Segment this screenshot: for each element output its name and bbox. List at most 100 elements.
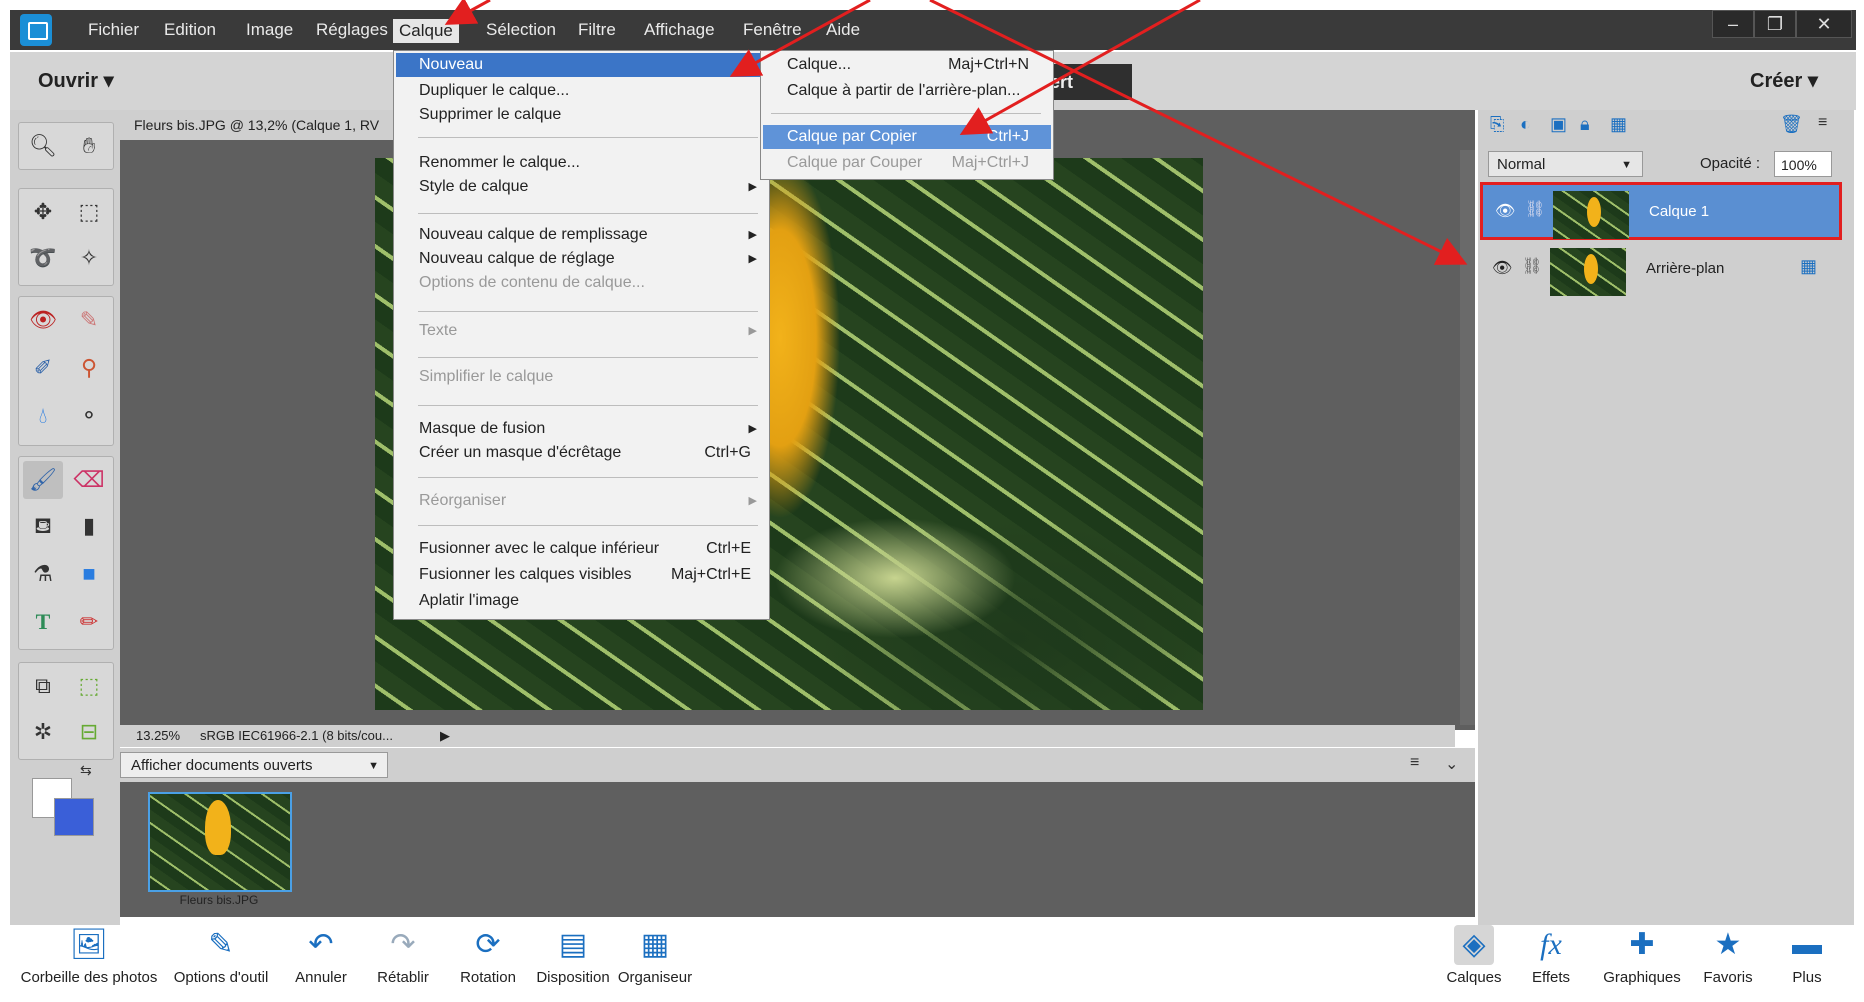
layers-button[interactable]: ◈ Calques — [1434, 925, 1514, 986]
layer-row-arriere-plan[interactable]: 👁︎ ⛓︎ Arrière-plan ▦ — [1480, 242, 1842, 300]
layer-row-calque-1[interactable]: 👁︎ ⛓︎ Calque 1 — [1480, 182, 1842, 240]
organizer-button[interactable]: ▦ Organiseur — [612, 925, 698, 986]
menu-item-masque-ecretage[interactable]: Créer un masque d'écrêtage Ctrl+G — [396, 441, 767, 465]
photo-bin-button[interactable]: 🖼︎ Corbeille des photos — [14, 925, 164, 986]
new-layer-icon[interactable]: ⎘ — [1490, 114, 1504, 135]
effects-button[interactable]: fx Effets — [1516, 925, 1586, 986]
hand-tool-icon[interactable]: ✋︎ — [69, 127, 109, 165]
menu-item-aplatir[interactable]: Aplatir l'image — [396, 589, 767, 613]
smart-brush-icon[interactable]: ✐ — [23, 349, 63, 387]
document-vertical-scrollbar[interactable] — [1460, 150, 1475, 725]
content-move-icon[interactable]: ✲ — [23, 713, 63, 751]
eyedropper-icon[interactable]: ⚗ — [23, 555, 63, 593]
layer-link-icon[interactable]: ⛓︎ — [1525, 199, 1545, 219]
lock-transparency-icon[interactable]: ▦ — [1610, 114, 1627, 135]
submenu-item-calque-par-copier[interactable]: Calque par Copier Ctrl+J — [763, 125, 1051, 149]
menu-edition[interactable]: Edition — [158, 10, 222, 50]
magic-wand-icon[interactable]: ✧ — [69, 239, 109, 277]
adjustment-layer-icon[interactable]: ◐ — [1520, 114, 1531, 135]
menu-item-simplifier: Simplifier le calque — [419, 368, 554, 385]
layer-link-icon[interactable]: ⛓︎ — [1522, 256, 1542, 276]
move-tool-icon[interactable]: ✥ — [23, 193, 63, 231]
clone-stamp-icon[interactable]: ⚲ — [69, 349, 109, 387]
brush-tool-icon[interactable]: 🖌︎ — [23, 461, 63, 499]
recompose-tool-icon[interactable]: ⬚ — [69, 667, 109, 705]
healing-brush-icon[interactable]: ✎ — [69, 301, 109, 339]
menu-affichage[interactable]: Affichage — [638, 10, 721, 50]
background-color-swatch[interactable] — [54, 798, 94, 836]
restore-button[interactable]: ❐ — [1754, 10, 1796, 38]
shape-tool-icon[interactable]: ■ — [69, 555, 109, 593]
menu-item-dupliquer[interactable]: Dupliquer le calque... — [396, 79, 767, 103]
bin-options-icon[interactable]: ≡ — [1410, 754, 1419, 772]
menu-fichier[interactable]: Fichier — [82, 10, 145, 50]
submenu-item-calque-arriere-plan[interactable]: Calque à partir de l'arrière-plan... — [763, 79, 1051, 103]
straighten-tool-icon[interactable]: ⊟ — [69, 713, 109, 751]
lock-all-icon[interactable]: 🔒︎ — [1580, 114, 1590, 135]
redo-button[interactable]: ↷ Rétablir — [368, 925, 438, 986]
blur-tool-icon[interactable]: 💧︎ — [23, 397, 63, 435]
tool-group-view: 🔍︎ ✋︎ — [18, 122, 114, 170]
more-button[interactable]: ▬ Plus — [1772, 925, 1842, 986]
document-tab[interactable]: Fleurs bis.JPG @ 13,2% (Calque 1, RV — [120, 110, 395, 140]
submenu-item-calque[interactable]: Calque... Maj+Ctrl+N — [763, 53, 1051, 77]
paint-bucket-icon[interactable]: ⛾ — [23, 507, 63, 545]
visibility-eye-icon[interactable]: 👁︎ — [1495, 201, 1515, 221]
graphics-button[interactable]: ✚ Graphiques — [1594, 925, 1690, 986]
rotate-button[interactable]: ⟳ Rotation — [450, 925, 526, 986]
menu-item-fusionner-inferieur[interactable]: Fusionner avec le calque inférieur Ctrl+E — [396, 537, 767, 561]
open-button[interactable]: Ouvrir ▾ — [38, 68, 114, 93]
menu-reglages[interactable]: Réglages — [310, 10, 394, 50]
marquee-tool-icon[interactable]: ⬚ — [69, 193, 109, 231]
status-menu-arrow-icon[interactable]: ▶ — [440, 725, 450, 747]
menu-fenetre[interactable]: Fenêtre — [737, 10, 808, 50]
close-button[interactable]: ✕ — [1796, 10, 1852, 38]
layers-icon: ◈ — [1454, 925, 1494, 965]
menu-item-reglage[interactable]: Nouveau calque de réglage ▶ — [396, 247, 767, 271]
menu-item-style[interactable]: Style de calque ▶ — [396, 175, 767, 199]
menu-item-remplissage[interactable]: Nouveau calque de remplissage ▶ — [396, 223, 767, 247]
lasso-tool-icon[interactable]: ➰ — [23, 239, 63, 277]
zoom-tool-icon[interactable]: 🔍︎ — [23, 127, 63, 165]
minimize-button[interactable]: – — [1712, 10, 1754, 38]
menu-calque[interactable]: Calque — [393, 19, 459, 43]
visibility-eye-icon[interactable]: 👁︎ — [1492, 258, 1512, 278]
bin-collapse-icon[interactable]: ⌄ — [1445, 754, 1458, 774]
layout-button[interactable]: ▤ Disposition — [528, 925, 618, 986]
tool-options-button[interactable]: ✎ Options d'outil — [166, 925, 276, 986]
menu-separator — [418, 525, 758, 526]
delete-layer-icon[interactable]: 🗑︎ — [1780, 114, 1803, 135]
swap-colors-icon[interactable]: ⇆ — [80, 762, 92, 779]
menu-item-masque-fusion[interactable]: Masque de fusion ▶ — [396, 417, 767, 441]
sponge-tool-icon[interactable]: ⚬ — [69, 397, 109, 435]
menu-item-fusionner-visibles[interactable]: Fusionner les calques visibles Maj+Ctrl+E — [396, 563, 767, 587]
pencil-tool-icon[interactable]: ✏︎ — [69, 603, 109, 641]
menu-filtre[interactable]: Filtre — [572, 10, 622, 50]
type-tool-icon[interactable]: T — [23, 603, 63, 641]
eraser-tool-icon[interactable]: ⌫ — [69, 461, 109, 499]
menu-item-texte: Texte ▶ — [396, 319, 767, 343]
undo-button[interactable]: ↶ Annuler — [286, 925, 356, 986]
layers-options-icon[interactable]: ≡ — [1818, 114, 1827, 132]
crop-tool-icon[interactable]: ⧉ — [23, 667, 63, 705]
menu-item-renommer[interactable]: Renommer le calque... — [396, 151, 767, 175]
layer-mask-icon[interactable]: ▣ — [1550, 114, 1567, 135]
create-button[interactable]: Créer ▾ — [1750, 68, 1818, 93]
photo-bin-thumbnail[interactable] — [148, 792, 292, 892]
blend-mode-select[interactable]: Normal ▼ — [1488, 151, 1643, 177]
menu-selection[interactable]: Sélection — [480, 10, 562, 50]
gradient-tool-icon[interactable]: ▮ — [69, 507, 109, 545]
red-eye-icon[interactable]: 👁︎ — [23, 301, 63, 339]
photo-bin-thumbnail-label: Fleurs bis.JPG — [179, 893, 259, 907]
menu-separator — [418, 405, 758, 406]
favorites-button[interactable]: ★ Favoris — [1690, 925, 1766, 986]
opacity-input[interactable]: 100% — [1774, 151, 1832, 177]
menu-item-supprimer[interactable]: Supprimer le calque — [396, 103, 767, 127]
tool-group-modify: ⧉ ⬚ ✲ ⊟ — [18, 662, 114, 760]
menu-item-nouveau[interactable]: Nouveau — [396, 53, 767, 77]
photo-bin-select[interactable]: Afficher documents ouverts ▼ — [120, 752, 388, 778]
menu-separator — [418, 213, 758, 214]
app-icon — [20, 14, 52, 46]
menu-image[interactable]: Image — [240, 10, 299, 50]
menu-aide[interactable]: Aide — [820, 10, 866, 50]
